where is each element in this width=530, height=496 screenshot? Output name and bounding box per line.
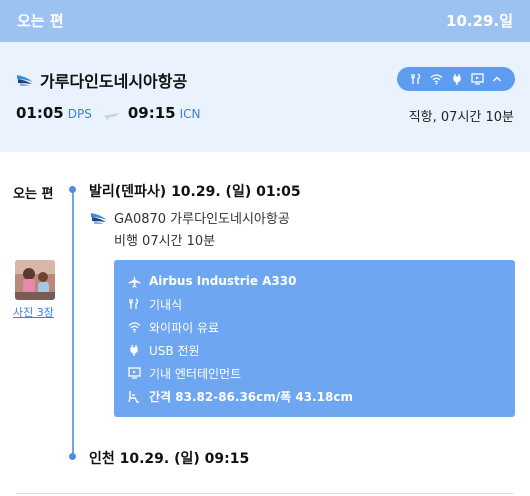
detail-usb: USB 전원 xyxy=(127,341,200,359)
page-header: 오는 편 10.29.일 xyxy=(0,0,530,42)
meal-icon xyxy=(410,73,422,85)
departure-time: 01:05 xyxy=(16,104,64,122)
detail-seat: 간격 83.82-86.36cm/폭 43.18cm xyxy=(127,387,353,405)
detail-text: 기내 엔터테인먼트 xyxy=(149,366,242,381)
detail-entertainment: 기내 엔터테인먼트 xyxy=(127,364,241,382)
seat-pitch-icon xyxy=(127,389,141,403)
time-row: 01:05 DPS 09:15 ICN xyxy=(16,104,211,124)
wifi-icon xyxy=(127,320,141,334)
photo-count-link[interactable]: 사진 3장 xyxy=(13,304,54,320)
wifi-icon xyxy=(430,73,443,85)
detail-text: 기내식 xyxy=(149,297,183,312)
flight-summary[interactable]: 가루다인도네시아항공 01:05 DPS 09:15 ICN 직항, 07시간 … xyxy=(0,42,530,152)
usb-plug-icon xyxy=(127,343,141,357)
flight-number: GA0870 가루다인도네시아항공 xyxy=(114,212,290,227)
timeline-dot-departure xyxy=(69,186,76,193)
flight-duration-summary: 직항, 07시간 10분 xyxy=(408,110,514,125)
departure-code: DPS xyxy=(67,107,92,121)
detail-wifi: 와이파이 유료 xyxy=(127,318,219,336)
cabin-photo-thumbnail[interactable] xyxy=(15,260,55,300)
amenity-toggle[interactable] xyxy=(397,67,515,91)
entertainment-screen-icon xyxy=(470,73,484,85)
flight-duration: 비행 07시간 10분 xyxy=(114,234,216,249)
garuda-logo-icon xyxy=(16,72,34,91)
aircraft-details-box: Airbus Industrie A330 기내식 와이파이 유료 USB 전원… xyxy=(114,260,515,417)
detail-text: Airbus Industrie A330 xyxy=(149,274,297,288)
arrival-code: ICN xyxy=(179,107,201,121)
departure-info: 발리(덴파사) 10.29. (일) 01:05 xyxy=(89,184,301,200)
timeline-dot-arrival xyxy=(69,453,76,460)
airplane-icon xyxy=(127,274,141,288)
arrival-info: 인천 10.29. (일) 09:15 xyxy=(89,451,250,467)
leg-label: 오는 편 xyxy=(13,187,54,202)
header-date: 10.29.일 xyxy=(446,12,513,30)
garuda-logo-icon xyxy=(90,210,108,229)
timeline-line xyxy=(72,190,74,456)
detail-aircraft: Airbus Industrie A330 xyxy=(127,272,296,290)
detail-meal: 기내식 xyxy=(127,295,182,313)
arrival-time: 09:15 xyxy=(127,104,176,122)
detail-text: 간격 83.82-86.36cm/폭 43.18cm xyxy=(149,389,353,404)
divider xyxy=(16,493,514,494)
airplane-icon xyxy=(102,105,120,124)
entertainment-screen-icon xyxy=(127,366,141,380)
header-title: 오는 편 xyxy=(17,12,64,30)
airline-name: 가루다인도네시아항공 xyxy=(40,72,188,91)
detail-text: 와이파이 유료 xyxy=(149,320,220,335)
meal-icon xyxy=(127,297,141,311)
detail-text: USB 전원 xyxy=(149,343,200,358)
chevron-up-icon[interactable] xyxy=(492,75,502,83)
usb-plug-icon xyxy=(452,73,462,85)
